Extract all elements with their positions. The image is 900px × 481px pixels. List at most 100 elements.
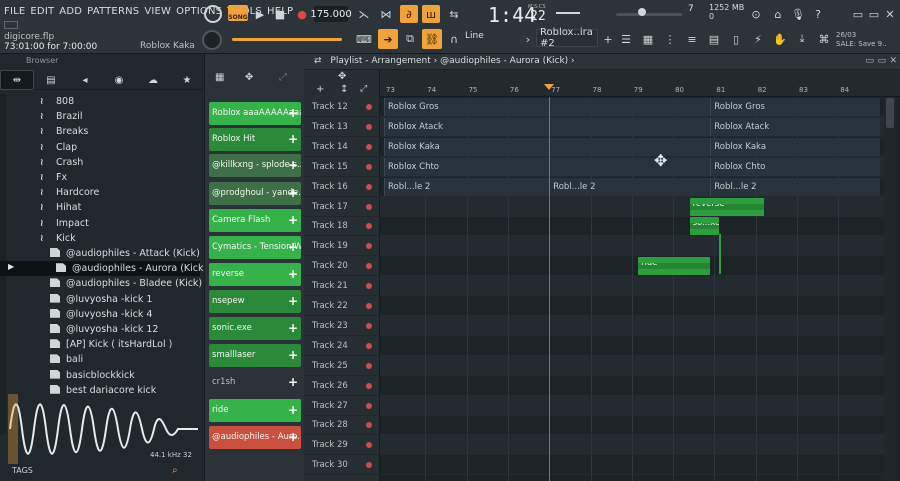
browser-tab-files[interactable]: ▤ bbox=[34, 70, 68, 90]
menu-view[interactable]: VIEW bbox=[144, 6, 171, 17]
browser-file[interactable]: @luvyosha -kick 1 bbox=[0, 292, 200, 307]
playlist-clip[interactable]: Robl...le 2 bbox=[384, 177, 550, 196]
playhead-marker-icon[interactable] bbox=[544, 84, 555, 90]
plugin-icon[interactable]: ⚡ bbox=[750, 31, 766, 47]
playlist-clip[interactable]: Roblox Kaka bbox=[710, 137, 880, 156]
track-header[interactable]: Track 19 bbox=[304, 236, 380, 257]
track-mute-led[interactable] bbox=[366, 263, 372, 270]
browser-icon[interactable]: ▤ bbox=[706, 31, 722, 47]
channel-add-icon[interactable]: + bbox=[288, 371, 298, 394]
browser-file[interactable]: @audiophiles - Attack (Kick) bbox=[0, 246, 200, 261]
channel-add-icon[interactable]: + bbox=[288, 128, 298, 151]
browser-file[interactable]: basicblockkick bbox=[0, 368, 200, 383]
playlist-clip[interactable]: Roblox Atack bbox=[384, 117, 711, 136]
vertical-scrollbar[interactable] bbox=[884, 97, 896, 481]
playhead-line[interactable] bbox=[549, 97, 551, 481]
channel-button[interactable]: smalllaser + bbox=[209, 344, 301, 367]
track-mute-led[interactable] bbox=[366, 342, 372, 349]
browser-folder[interactable]: ≀ Hihat bbox=[0, 200, 200, 215]
folder-search-icon[interactable]: ⌕ bbox=[172, 465, 178, 476]
wait-input-icon[interactable]: ⋈ bbox=[378, 6, 394, 22]
step-edit-icon[interactable]: ➜ bbox=[378, 29, 398, 49]
chevron-right-icon[interactable]: › bbox=[520, 31, 536, 47]
browser-tab-all[interactable]: ⇹ bbox=[0, 70, 34, 90]
channel-button[interactable]: @audiophiles - Auro... + bbox=[209, 426, 301, 449]
microphone-icon[interactable]: 🎙 bbox=[790, 6, 806, 22]
track-mute-led[interactable] bbox=[366, 243, 372, 250]
menu-file[interactable]: FILE bbox=[4, 6, 25, 17]
channel-add-icon[interactable]: + bbox=[288, 344, 298, 367]
channel-button[interactable]: Roblox Hit + bbox=[209, 128, 301, 151]
track-header[interactable]: Track 22 bbox=[304, 296, 380, 316]
channel-button[interactable]: reverse + bbox=[209, 263, 301, 286]
channel-button[interactable]: ride + bbox=[209, 399, 301, 422]
mixer-icon[interactable]: ≡ bbox=[684, 31, 700, 47]
browser-folder[interactable]: ≀ 808 bbox=[0, 94, 200, 109]
track-mute-led[interactable] bbox=[366, 303, 372, 309]
browser-folder[interactable]: ≀ Crash bbox=[0, 155, 200, 170]
pattern-song-toggle-icon[interactable] bbox=[204, 5, 222, 23]
paperclip-icon[interactable]: ⛓ bbox=[422, 29, 442, 49]
maximize-icon[interactable]: ▭ bbox=[866, 6, 882, 22]
touch-keyboard-icon[interactable]: ✋ bbox=[772, 31, 788, 47]
channel-button[interactable]: @prodghoul - yande... + bbox=[209, 182, 301, 205]
channel-add-icon[interactable]: + bbox=[288, 102, 298, 125]
channel-add-icon[interactable]: + bbox=[288, 426, 298, 449]
track-header[interactable]: Track 18 bbox=[304, 216, 380, 237]
browser-tab-plugins[interactable]: ◂ bbox=[68, 70, 102, 90]
help-icon[interactable]: ? bbox=[810, 6, 826, 22]
channel-add-icon[interactable]: + bbox=[288, 182, 298, 205]
minimize-icon[interactable]: ▭ bbox=[850, 6, 866, 22]
playlist-maximize-icon[interactable]: ▭ bbox=[877, 54, 886, 69]
track-mute-led[interactable] bbox=[366, 283, 372, 290]
track-header[interactable]: Track 14 bbox=[304, 137, 380, 157]
playlist-clip[interactable]: Roblox Chto bbox=[710, 157, 880, 176]
magnet-icon[interactable]: ∩ bbox=[446, 31, 462, 47]
piano-roll-icon[interactable]: ▦ bbox=[640, 31, 656, 47]
playlist-arrows-icon[interactable]: ⇄ bbox=[314, 56, 322, 66]
channel-button[interactable]: Camera Flash + bbox=[209, 209, 301, 232]
track-mute-led[interactable] bbox=[366, 382, 372, 389]
timeline-ruler[interactable]: 73 74 75 76 77 78 79 80 81 82 83 84 bbox=[380, 70, 900, 97]
track-mute-led[interactable] bbox=[366, 442, 372, 449]
tags-label[interactable]: TAGS bbox=[12, 466, 33, 475]
snap-selector[interactable]: Line bbox=[465, 31, 484, 41]
track-mute-led[interactable] bbox=[366, 223, 372, 230]
channel-add-icon[interactable]: + bbox=[288, 399, 298, 422]
metronome-icon[interactable]: ⋋ bbox=[356, 6, 372, 22]
track-header[interactable]: Track 28 bbox=[304, 415, 380, 436]
browser-folder[interactable]: ≀ Clap bbox=[0, 140, 200, 155]
render-icon[interactable]: ⤓ bbox=[794, 31, 810, 47]
track-mute-led[interactable] bbox=[366, 462, 372, 469]
play-button[interactable]: ▶ bbox=[252, 6, 268, 22]
browser-folder[interactable]: ≀ Brazil bbox=[0, 109, 200, 124]
track-header[interactable]: Track 15 bbox=[304, 157, 380, 177]
channel-button[interactable]: Cymatics - Tension W... + bbox=[209, 236, 301, 259]
track-header[interactable]: Track 23 bbox=[304, 316, 380, 336]
channel-button[interactable]: nsepew + bbox=[209, 290, 301, 313]
playlist-clip[interactable]: ride bbox=[637, 257, 711, 276]
track-header[interactable]: Track 12 bbox=[304, 97, 380, 117]
browser-tab-online[interactable]: ◉ bbox=[102, 70, 136, 90]
menu-add[interactable]: ADD bbox=[59, 6, 82, 17]
track-header[interactable]: Track 26 bbox=[304, 376, 380, 396]
arrangement-grid[interactable]: Roblox Gros Roblox Gros Roblox Atack Roblox… bbox=[380, 97, 900, 481]
pattern-selector[interactable]: Roblox..ira #2 bbox=[536, 27, 598, 49]
channel-add-icon[interactable]: + bbox=[288, 263, 298, 286]
browser-file[interactable]: bali bbox=[0, 352, 200, 367]
track-mute-led[interactable] bbox=[366, 143, 372, 150]
playlist-clip[interactable]: Roblox Atack bbox=[710, 117, 880, 136]
track-header[interactable]: Track 29 bbox=[304, 435, 380, 456]
loop-record-icon[interactable]: ш bbox=[422, 5, 440, 23]
track-header[interactable]: Track 27 bbox=[304, 396, 380, 416]
add-track-icon[interactable]: + bbox=[316, 84, 324, 95]
playlist-clip[interactable]: Robl...le 2 bbox=[549, 177, 711, 196]
close-icon[interactable]: ✕ bbox=[882, 6, 898, 22]
track-mute-led[interactable] bbox=[366, 402, 372, 409]
channel-button[interactable]: Roblox aaaAAAAAaaaa + bbox=[209, 102, 301, 125]
track-mute-led[interactable] bbox=[366, 163, 372, 170]
track-header[interactable]: Track 25 bbox=[304, 356, 380, 376]
track-header[interactable]: Track 21 bbox=[304, 276, 380, 297]
tempo-display[interactable]: 175.000 bbox=[310, 6, 352, 22]
record-button[interactable]: ● bbox=[294, 6, 310, 22]
